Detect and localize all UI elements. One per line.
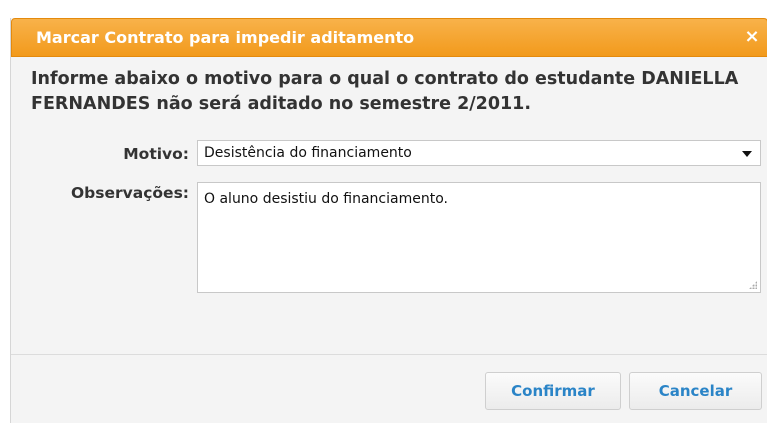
intro-text: Informe abaixo o motivo para o qual o co… xyxy=(31,69,739,114)
observacoes-textarea[interactable]: O aluno desistiu do financiamento. xyxy=(197,182,761,293)
close-icon[interactable]: × xyxy=(743,27,761,47)
dialog: Marcar Contrato para impedir aditamento … xyxy=(10,18,767,423)
motivo-selected-value: Desistência do financiamento xyxy=(204,145,412,161)
dialog-title: Marcar Contrato para impedir aditamento xyxy=(36,28,415,47)
observacoes-text: O aluno desistiu do financiamento. xyxy=(204,191,448,207)
cancel-button[interactable]: Cancelar xyxy=(629,372,762,410)
chevron-down-icon xyxy=(742,151,752,157)
dialog-titlebar[interactable]: Marcar Contrato para impedir aditamento … xyxy=(11,18,767,57)
resize-grip-icon[interactable] xyxy=(749,281,757,289)
motivo-select[interactable]: Desistência do financiamento xyxy=(197,140,761,166)
footer-divider xyxy=(11,354,767,355)
observacoes-label: Observações: xyxy=(71,184,189,202)
confirm-button[interactable]: Confirmar xyxy=(485,372,621,410)
motivo-label: Motivo: xyxy=(123,145,189,163)
